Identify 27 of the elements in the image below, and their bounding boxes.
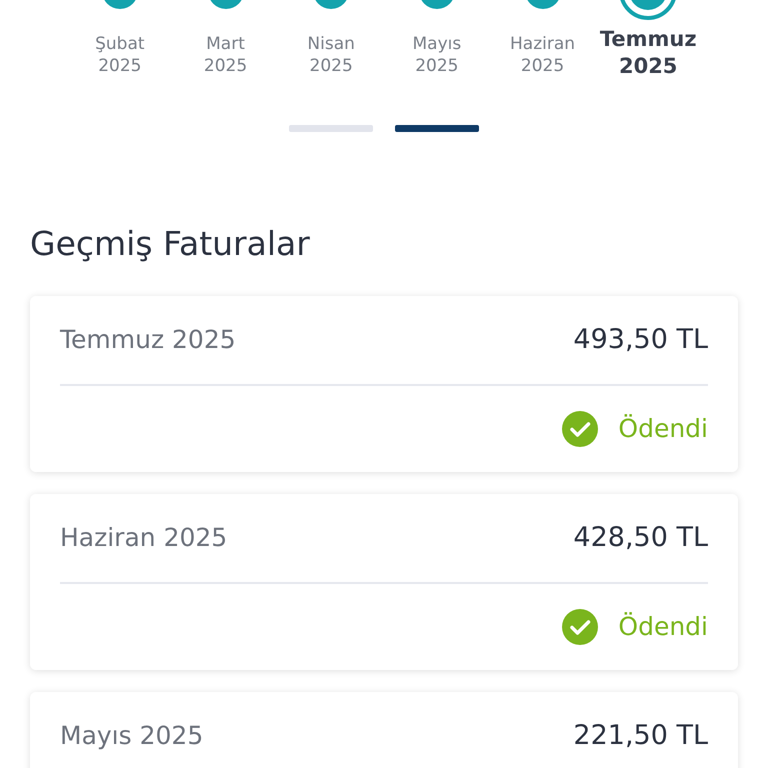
invoice-amount: 428,50 TL: [573, 522, 708, 554]
invoice-card[interactable]: Haziran 2025 428,50 TL Ödendi: [30, 494, 738, 670]
month-label: Haziran: [510, 33, 576, 56]
status-label: Ödendi: [618, 612, 708, 642]
invoice-period: Mayıs 2025: [60, 721, 204, 750]
year-label: 2025: [204, 55, 248, 78]
month-label: Mart: [206, 33, 245, 56]
invoice-amount: 221,50 TL: [573, 720, 708, 752]
invoice-amount: 493,50 TL: [573, 324, 708, 356]
invoice-card[interactable]: Temmuz 2025 493,50 TL Ödendi: [30, 296, 738, 472]
invoice-period: Haziran 2025: [60, 523, 228, 552]
month-label: Mayıs: [412, 33, 462, 56]
month-label: Temmuz: [600, 26, 697, 53]
status-label: Ödendi: [618, 414, 708, 444]
invoice-card[interactable]: Mayıs 2025 221,50 TL: [30, 692, 738, 768]
month-label: Nisan: [307, 33, 355, 56]
page-indicator[interactable]: [395, 124, 479, 132]
check-icon: [562, 608, 598, 645]
year-label: 2025: [415, 55, 458, 78]
year-label: 2025: [520, 55, 564, 78]
invoice-period: Temmuz 2025: [60, 325, 236, 354]
year-label: 2025: [310, 55, 353, 78]
section-title: Geçmiş Faturalar: [30, 224, 311, 263]
month-label: Şubat: [95, 33, 145, 56]
check-icon: [562, 410, 598, 447]
year-label: 2025: [618, 53, 678, 80]
year-label: 2025: [98, 55, 142, 78]
